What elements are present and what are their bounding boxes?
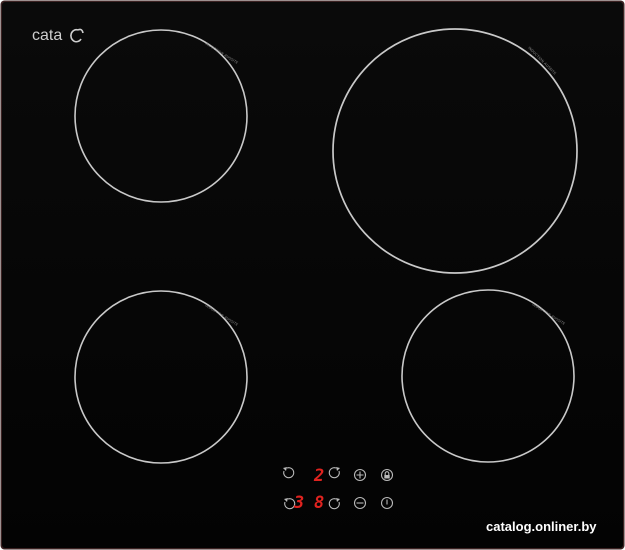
glass-surface [2,2,623,548]
display-bottom-right: 8 [314,493,324,513]
display-bottom-left: 3 [293,493,304,513]
watermark-text: catalog.onliner.by [486,519,597,534]
brand-name: cata [32,27,62,44]
display-top: 2 [313,466,324,486]
cooktop-photo: cata INDUCTION AUSSITE INDUCTION AUSSITE… [0,0,625,550]
